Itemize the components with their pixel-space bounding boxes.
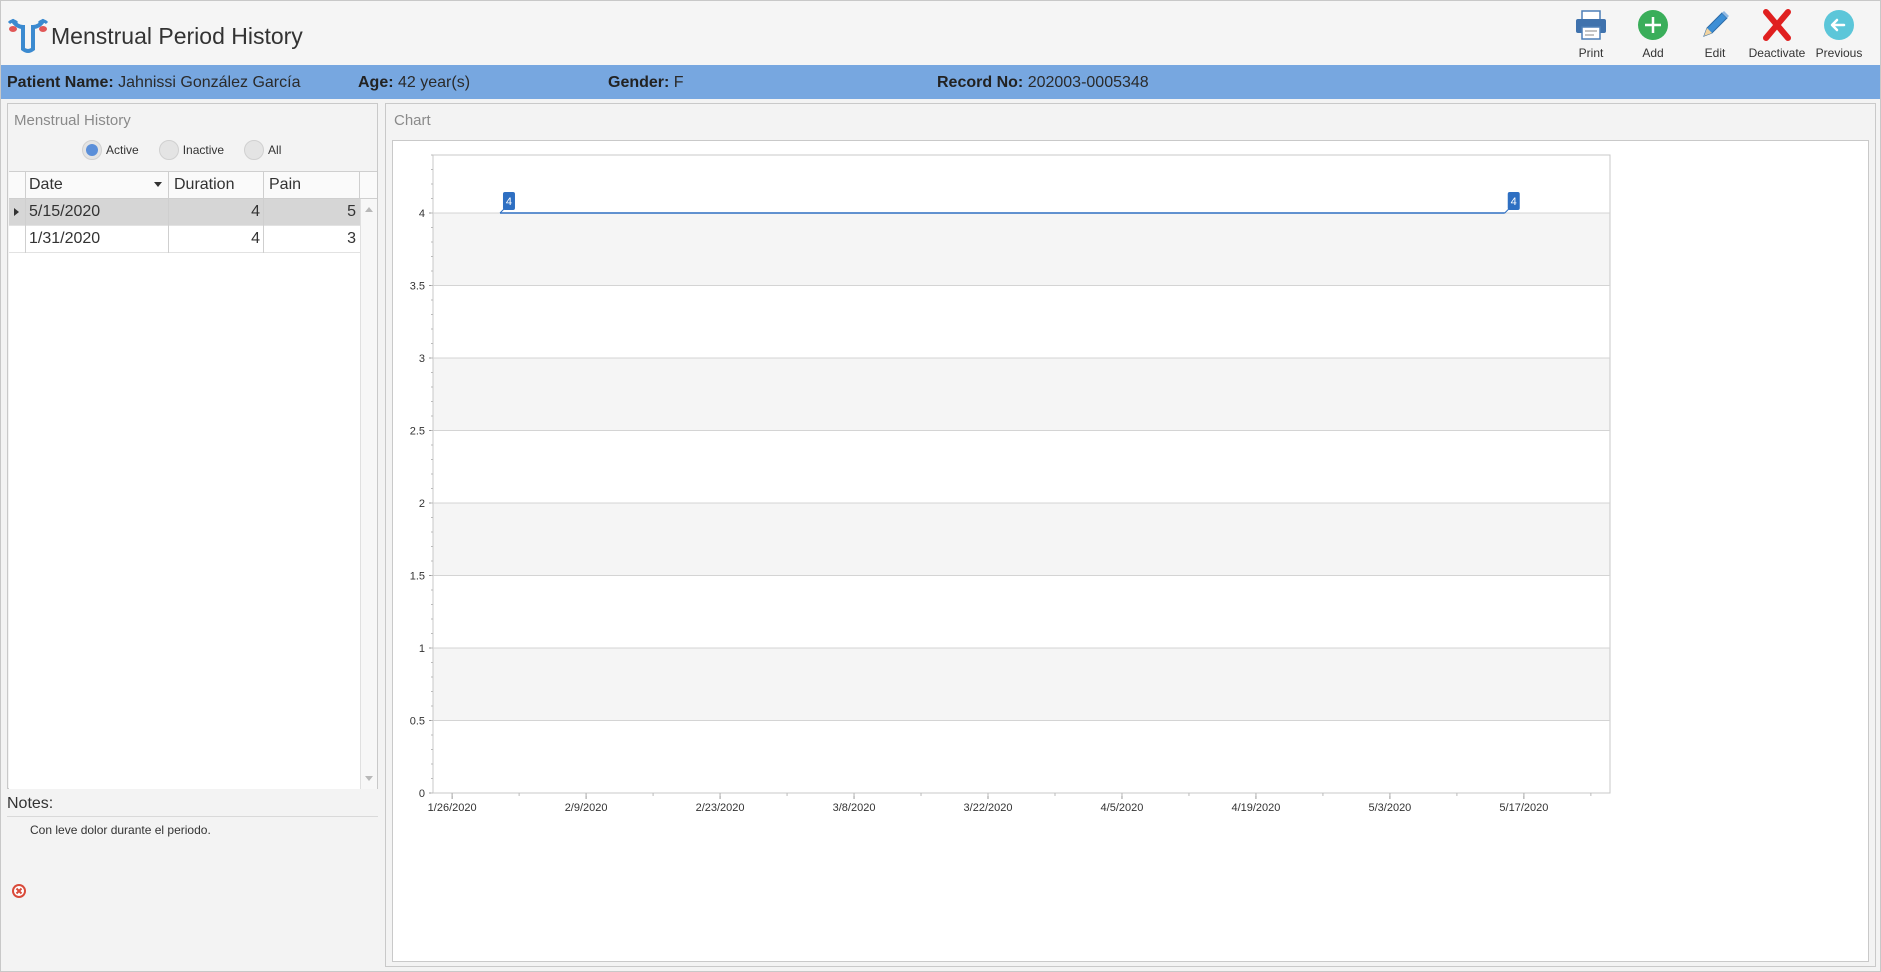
- radio-selected-icon: [82, 140, 102, 160]
- cell-pain: 3: [347, 230, 356, 247]
- grid-band: [433, 155, 1610, 213]
- cell-duration: 4: [251, 203, 260, 220]
- grid-band: [433, 358, 1610, 431]
- history-table: Date Duration Pain 5/15/2020 4 5 1/31/20…: [9, 171, 377, 789]
- scroll-down-icon[interactable]: [365, 776, 373, 781]
- patient-name-label: Patient Name:: [7, 74, 114, 91]
- x-tick-label: 5/3/2020: [1368, 802, 1411, 814]
- filter-all-label: All: [268, 143, 282, 157]
- x-tick-label: 3/8/2020: [833, 802, 876, 814]
- y-tick-label: 0.5: [410, 716, 425, 728]
- y-tick-label: 4: [419, 208, 425, 220]
- patient-age-field: Age: 42 year(s): [358, 74, 470, 92]
- scroll-up-icon[interactable]: [365, 207, 373, 212]
- toolbar: Print Add Edit Deactivate Previous: [1560, 7, 1870, 63]
- plus-icon: [1635, 7, 1671, 43]
- deactivate-label: Deactivate: [1748, 46, 1806, 60]
- x-tick-label: 5/17/2020: [1499, 802, 1548, 814]
- notes-field[interactable]: Con leve dolor durante el periodo.: [7, 816, 378, 967]
- y-tick-label: 2.5: [410, 426, 425, 438]
- patient-info-bar: Patient Name: Jahnissi González García A…: [1, 65, 1880, 99]
- menstrual-history-panel: Menstrual History Active Inactive All Da…: [7, 103, 378, 789]
- table-scrollbar[interactable]: [360, 199, 377, 789]
- x-tick-label: 2/9/2020: [565, 802, 608, 814]
- chart-panel: Chart 0 0.5 1 1.5 2 2.5 3 3.5 4 1/26/2020 2/9/2020…: [385, 103, 1876, 967]
- data-label: 4: [506, 196, 512, 208]
- menstrual-history-title: Menstrual History: [14, 112, 131, 129]
- x-tick-label: 4/19/2020: [1231, 802, 1280, 814]
- y-tick-label: 1: [419, 643, 425, 655]
- patient-name-value: Jahnissi González García: [118, 74, 301, 91]
- grid-band: [433, 503, 1610, 576]
- printer-icon: [1573, 7, 1609, 43]
- cell-duration: 4: [251, 230, 260, 247]
- table-row[interactable]: 1/31/2020 4 3: [9, 226, 360, 253]
- filter-active-label: Active: [106, 143, 139, 157]
- column-header-duration[interactable]: Duration: [174, 176, 234, 194]
- previous-label: Previous: [1815, 46, 1863, 60]
- radio-unselected-icon: [158, 140, 179, 160]
- status-filter-group: Active Inactive All: [82, 140, 281, 160]
- chart-canvas: 0 0.5 1 1.5 2 2.5 3 3.5 4 1/26/2020 2/9/2020 2/23/2…: [410, 154, 1611, 814]
- filter-all-radio[interactable]: All: [244, 140, 281, 160]
- column-header-pain[interactable]: Pain: [269, 176, 301, 194]
- patient-age-label: Age:: [358, 74, 394, 91]
- cell-date: 1/31/2020: [29, 230, 101, 247]
- pencil-icon: [1697, 7, 1733, 43]
- patient-name-field: Patient Name: Jahnissi González García: [7, 74, 300, 92]
- cell-date: 5/15/2020: [29, 203, 101, 220]
- back-arrow-icon: [1821, 7, 1857, 43]
- x-tick-label: 1/26/2020: [428, 802, 477, 814]
- filter-active-radio[interactable]: Active: [82, 140, 139, 160]
- table-header: Date Duration Pain: [9, 172, 377, 199]
- radio-unselected-icon: [244, 140, 265, 160]
- uterus-logo-icon: [7, 15, 49, 55]
- record-no-field: Record No: 202003-0005348: [937, 74, 1149, 92]
- grid-band: [433, 213, 1610, 286]
- page-title: Menstrual Period History: [51, 23, 303, 49]
- filter-inactive-radio[interactable]: Inactive: [158, 140, 225, 160]
- record-no-value: 202003-0005348: [1027, 74, 1149, 91]
- notes-label: Notes:: [7, 795, 54, 812]
- patient-gender-label: Gender:: [608, 74, 670, 91]
- patient-age-value: 42 year(s): [398, 74, 471, 91]
- x-tick-label: 4/5/2020: [1101, 802, 1144, 814]
- edit-button[interactable]: Edit: [1684, 7, 1746, 63]
- chart-panel-title: Chart: [394, 112, 431, 129]
- notes-text: Con leve dolor durante el periodo.: [30, 823, 211, 837]
- red-x-icon: [1759, 7, 1795, 43]
- table-row[interactable]: 5/15/2020 4 5: [9, 199, 360, 226]
- add-button[interactable]: Add: [1622, 7, 1684, 63]
- print-label: Print: [1578, 46, 1604, 60]
- sort-descending-icon: [154, 182, 162, 187]
- filter-inactive-label: Inactive: [182, 143, 225, 157]
- column-header-date[interactable]: Date: [29, 176, 63, 194]
- y-tick-label: 3: [419, 353, 425, 365]
- row-indicator-icon: [14, 208, 19, 216]
- app-window: Menstrual Period History Print Add Edit …: [0, 0, 1881, 972]
- clear-notes-icon[interactable]: [11, 883, 27, 899]
- cell-pain: 5: [347, 203, 356, 220]
- deactivate-button[interactable]: Deactivate: [1746, 7, 1808, 63]
- print-button[interactable]: Print: [1560, 7, 1622, 63]
- x-tick-label: 3/22/2020: [964, 802, 1013, 814]
- data-label: 4: [1511, 196, 1517, 208]
- y-tick-label: 3.5: [410, 281, 425, 293]
- y-tick-label: 2: [419, 498, 425, 510]
- previous-button[interactable]: Previous: [1808, 7, 1870, 63]
- y-tick-label: 0: [419, 788, 425, 800]
- patient-gender-field: Gender: F: [608, 74, 684, 92]
- title-bar: Menstrual Period History Print Add Edit …: [1, 1, 1880, 65]
- edit-label: Edit: [1704, 46, 1726, 60]
- grid-band: [433, 648, 1610, 721]
- x-tick-label: 2/23/2020: [696, 802, 745, 814]
- patient-gender-value: F: [673, 74, 684, 91]
- record-no-label: Record No:: [937, 74, 1024, 91]
- line-chart: 0 0.5 1 1.5 2 2.5 3 3.5 4 1/26/2020 2/9/2020 2/23/2…: [392, 140, 1869, 962]
- y-tick-label: 1.5: [410, 571, 425, 583]
- add-label: Add: [1642, 46, 1664, 60]
